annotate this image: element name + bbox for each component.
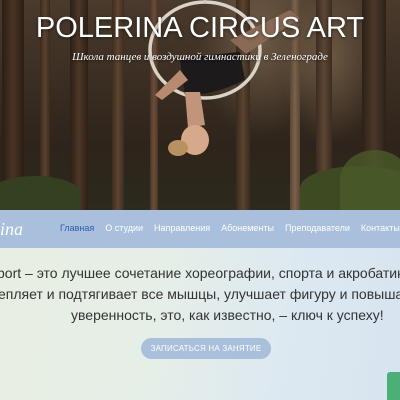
- nav-menu: Главная О студии Направления Абонементы …: [60, 223, 400, 233]
- hero-subtitle: Школа танцев и воздушной гимнастики в Зе…: [72, 51, 328, 63]
- main-navigation: ina Главная О студии Направления Абонеме…: [0, 210, 400, 248]
- nav-item-directions[interactable]: Направления: [154, 223, 210, 233]
- nav-item-about[interactable]: О студии: [105, 223, 143, 233]
- signup-button[interactable]: ЗАПИСАТЬСЯ НА ЗАНЯТИЕ: [141, 338, 271, 359]
- side-widget-tab[interactable]: [387, 372, 400, 400]
- nav-item-teachers[interactable]: Преподаватели: [285, 223, 350, 233]
- nav-item-contacts[interactable]: Контакты: [361, 223, 400, 233]
- gymnast-hair: [168, 140, 188, 156]
- site-logo[interactable]: ina: [0, 219, 23, 240]
- intro-section: port – это лучшее сочетание хореографии,…: [0, 248, 400, 400]
- nav-item-home[interactable]: Главная: [60, 223, 94, 233]
- intro-line-1: port – это лучшее сочетание хореографии,…: [0, 265, 400, 281]
- hero-title: POLERINA CIRCUS ART: [35, 12, 365, 44]
- intro-line-2: епляет и подтягивает все мышцы, улучшает…: [0, 286, 400, 302]
- intro-line-3: уверенность, это, как известно, – ключ к…: [71, 307, 384, 323]
- nav-item-subscriptions[interactable]: Абонементы: [221, 223, 274, 233]
- hero-banner: POLERINA CIRCUS ART Школа танцев и возду…: [0, 0, 400, 210]
